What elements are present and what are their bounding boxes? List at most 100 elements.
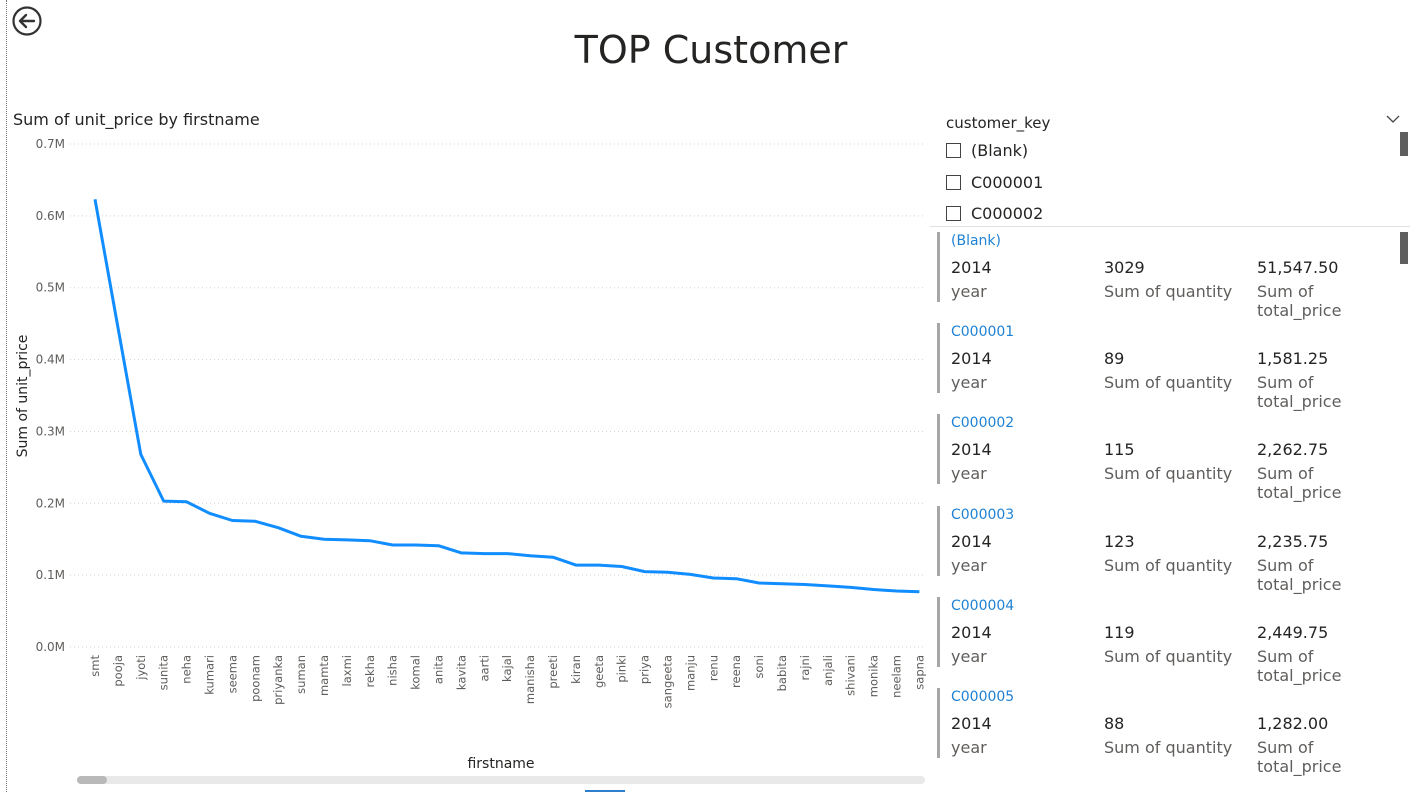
x-tick-label: nisha xyxy=(386,655,400,686)
slicer-item-label: C000001 xyxy=(971,172,1044,192)
slicer-item-c000001[interactable]: C000001 xyxy=(946,170,1043,194)
card-year-label: year xyxy=(951,738,987,757)
x-tick-label: kumari xyxy=(203,655,217,695)
x-tick-label: poonam xyxy=(248,655,262,702)
y-tick-label: 0.7M xyxy=(36,137,65,151)
card-customer-key[interactable]: C000001 xyxy=(951,324,1014,340)
x-tick-label: reena xyxy=(729,655,743,688)
customer-key-slicer[interactable]: customer_key (Blank) C000001 C000002 xyxy=(940,108,1410,228)
card-accent-bar xyxy=(937,688,940,758)
card-quantity-value: 115 xyxy=(1104,440,1135,459)
card-year-label: year xyxy=(951,647,987,666)
x-tick-label: anita xyxy=(432,655,446,684)
x-axis-title: firstname xyxy=(467,756,534,772)
card-year-value: 2014 xyxy=(951,349,992,368)
card-row: C000001 2014 89 1,581.25 year Sum of quantity… xyxy=(930,319,1400,411)
card-quantity-value: 123 xyxy=(1104,532,1135,551)
x-tick-label: anjali xyxy=(821,655,835,686)
x-tick-label: monika xyxy=(867,655,881,697)
x-tick-label: jyoti xyxy=(134,655,148,681)
card-quantity-value: 119 xyxy=(1104,623,1135,642)
y-axis-title: Sum of unit_price xyxy=(15,335,31,458)
chart-scrollbar[interactable] xyxy=(77,776,925,784)
card-total-value: 2,449.75 xyxy=(1257,623,1329,642)
x-tick-label: soni xyxy=(752,655,766,679)
card-total-value: 1,581.25 xyxy=(1257,349,1329,368)
x-tick-label: pooja xyxy=(111,655,125,687)
multi-row-card: (Blank) 2014 3029 51,547.50 year Sum of quant… xyxy=(930,228,1412,792)
y-tick-label: 0.1M xyxy=(36,568,65,582)
card-total-label: Sum of total_price xyxy=(1257,464,1342,502)
card-quantity-value: 89 xyxy=(1104,349,1125,368)
chart-scrollbar-thumb[interactable] xyxy=(77,776,107,784)
card-total-value: 2,235.75 xyxy=(1257,532,1329,551)
series-line xyxy=(93,199,920,594)
card-customer-key[interactable]: (Blank) xyxy=(951,233,1001,249)
card-total-value: 51,547.50 xyxy=(1257,258,1339,277)
card-customer-key[interactable]: C000002 xyxy=(951,415,1014,431)
y-tick-label: 0.0M xyxy=(36,640,65,654)
card-year-value: 2014 xyxy=(951,714,992,733)
y-tick-label: 0.4M xyxy=(36,353,65,367)
x-tick-label: manisha xyxy=(523,655,537,704)
card-year-label: year xyxy=(951,373,987,392)
x-tick-label: smt xyxy=(88,655,102,677)
x-tick-label: priya xyxy=(638,655,652,684)
card-year-value: 2014 xyxy=(951,440,992,459)
card-row: C000005 2014 88 1,282.00 year Sum of quantity… xyxy=(930,684,1400,776)
card-total-label: Sum of total_price xyxy=(1257,647,1342,685)
slicer-item-c000002[interactable]: C000002 xyxy=(946,201,1043,225)
card-row: C000002 2014 115 2,262.75 year Sum of quantit… xyxy=(930,410,1400,502)
card-total-label: Sum of total_price xyxy=(1257,738,1342,776)
card-customer-key[interactable]: C000003 xyxy=(951,507,1014,523)
x-tick-label: neha xyxy=(180,655,194,684)
card-customer-key[interactable]: C000004 xyxy=(951,598,1014,614)
slicer-item-label: C000002 xyxy=(971,203,1044,223)
card-accent-bar xyxy=(937,323,940,393)
card-quantity-label: Sum of quantity xyxy=(1104,647,1233,666)
card-total-label: Sum of total_price xyxy=(1257,373,1342,411)
slicer-scrollbar[interactable] xyxy=(1400,132,1408,156)
checkbox[interactable] xyxy=(946,142,961,158)
card-quantity-label: Sum of quantity xyxy=(1104,464,1233,483)
card-row: (Blank) 2014 3029 51,547.50 year Sum of quant… xyxy=(930,228,1400,320)
card-quantity-label: Sum of quantity xyxy=(1104,282,1233,301)
cards-scrollbar[interactable] xyxy=(1400,232,1408,264)
x-tick-label: sunita xyxy=(157,655,171,690)
card-row: C000003 2014 123 2,235.75 year Sum of quantit… xyxy=(930,502,1400,594)
x-tick-label: kavita xyxy=(454,655,468,690)
card-total-label: Sum of total_price xyxy=(1257,282,1342,320)
x-tick-label: kiran xyxy=(569,655,583,684)
x-tick-label: shivani xyxy=(844,655,858,696)
card-total-value: 2,262.75 xyxy=(1257,440,1329,459)
card-year-label: year xyxy=(951,556,987,575)
x-tick-label: mamta xyxy=(317,655,331,696)
checkbox[interactable] xyxy=(946,205,961,221)
x-tick-label: babita xyxy=(775,655,789,691)
card-year-label: year xyxy=(951,464,987,483)
x-tick-label: rajni xyxy=(798,655,812,680)
card-accent-bar xyxy=(937,597,940,667)
slicer-item-blank[interactable]: (Blank) xyxy=(946,138,1028,162)
chart-title: Sum of unit_price by firstname xyxy=(13,110,260,129)
card-quantity-value: 3029 xyxy=(1104,258,1145,277)
chevron-down-icon[interactable] xyxy=(1386,112,1400,126)
x-tick-label: laxmi xyxy=(340,655,354,686)
card-year-value: 2014 xyxy=(951,623,992,642)
x-tick-label: preeti xyxy=(546,655,560,689)
x-tick-label: priyanka xyxy=(271,655,285,705)
card-year-value: 2014 xyxy=(951,258,992,277)
x-tick-label: sangeeta xyxy=(661,655,675,708)
checkbox[interactable] xyxy=(946,174,961,190)
x-tick-label: rekha xyxy=(363,655,377,688)
x-tick-label: komal xyxy=(409,655,423,690)
line-chart[interactable]: 0.0M 0.1M 0.2M 0.3M 0.4M 0.5M 0.6M 0.7M Sum of u… xyxy=(0,128,930,773)
y-tick-label: 0.3M xyxy=(36,424,65,438)
slicer-header: customer_key xyxy=(946,114,1051,132)
x-tick-label: sapna xyxy=(912,655,926,690)
card-accent-bar xyxy=(937,232,940,302)
card-customer-key[interactable]: C000005 xyxy=(951,689,1014,705)
x-tick-label: renu xyxy=(706,655,720,681)
x-tick-label: aarti xyxy=(477,655,491,682)
card-quantity-label: Sum of quantity xyxy=(1104,738,1233,757)
